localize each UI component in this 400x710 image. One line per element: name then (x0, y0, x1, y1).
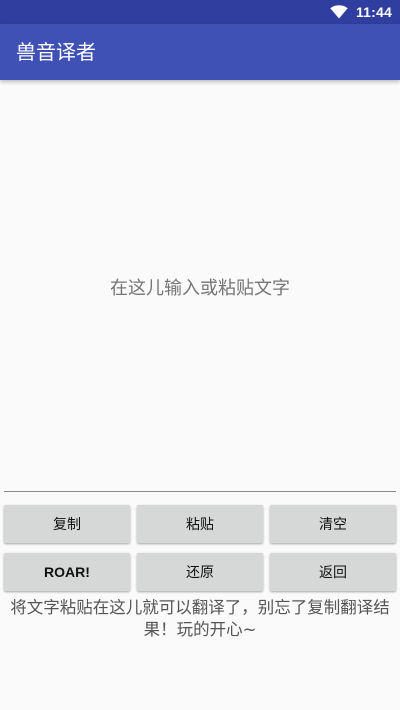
input-underline (4, 491, 396, 492)
status-icons: 11:44 (330, 0, 392, 24)
app-title: 兽音译者 (16, 40, 96, 64)
status-time: 11:44 (355, 4, 392, 20)
wifi-icon (330, 5, 348, 19)
app-bar: 兽音译者 (0, 24, 400, 80)
text-input[interactable] (4, 84, 396, 490)
back-button[interactable]: 返回 (270, 553, 396, 591)
status-bar: 11:44 (0, 0, 400, 24)
hint-text: 将文字粘贴在这儿就可以翻译了，别忘了复制翻译结果！玩的开心~ (10, 598, 390, 639)
copy-button[interactable]: 复制 (4, 505, 130, 543)
clear-button[interactable]: 清空 (270, 505, 396, 543)
roar-button[interactable]: ROAR! (4, 553, 130, 591)
paste-button[interactable]: 粘贴 (137, 505, 263, 543)
restore-button[interactable]: 还原 (137, 553, 263, 591)
